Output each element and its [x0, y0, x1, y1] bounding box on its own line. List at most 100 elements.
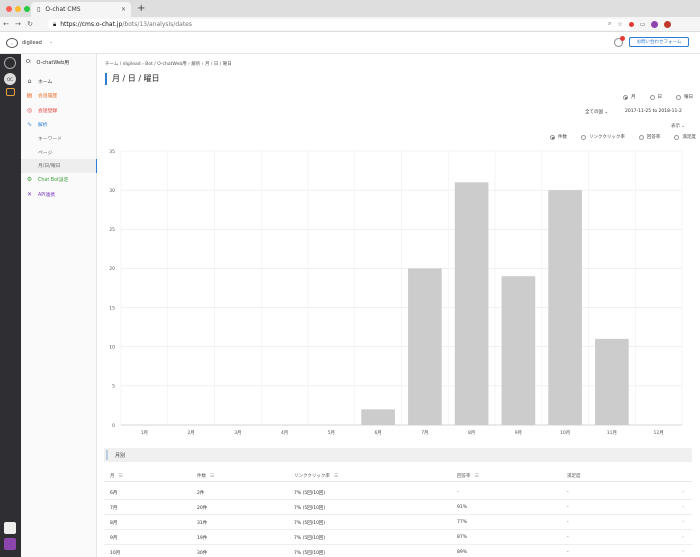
radio-icon: [676, 94, 681, 100]
period-option-weekday[interactable]: 曜日: [676, 94, 693, 100]
date-range-input[interactable]: 2017-11-25 to 2018-11-2: [625, 109, 682, 114]
table-row[interactable]: 8月 31件 7% (5回/10回) 77% - ›: [104, 516, 692, 530]
cell-month: 9月: [110, 536, 118, 541]
cell-month: 8月: [110, 521, 118, 526]
contact-form-button[interactable]: お問い合わせフォーム: [629, 37, 689, 47]
column-header-satisfaction[interactable]: 満足度: [567, 473, 581, 479]
cell-click-rate: 7% (5回/10回): [294, 491, 326, 496]
sidebar-subitem-label: 月/日/曜日: [38, 164, 61, 170]
x-tick-label: 12月: [654, 430, 664, 436]
globe-icon[interactable]: [4, 57, 16, 69]
url-host: https://cms.o-chat.jp: [60, 21, 123, 28]
sort-icon[interactable]: ☰: [475, 473, 479, 479]
bot-selector[interactable]: O: O-chatWeb用: [26, 59, 69, 66]
table-row[interactable]: 7月 20件 7% (5回/10回) 91% - ›: [104, 501, 692, 515]
sidebar-item-label: API連携: [38, 192, 56, 198]
close-icon[interactable]: ✕: [121, 6, 126, 13]
table-section-title: 月別: [104, 448, 692, 462]
period-selector: 月 日 曜日: [623, 94, 693, 100]
cell-count: 31件: [197, 521, 208, 526]
x-tick-label: 1月: [141, 430, 148, 436]
table-row[interactable]: 6月 2件 7% (5回/10回) - - ›: [104, 486, 692, 500]
api-icon: ✕: [26, 190, 33, 198]
x-tick-label: 5月: [328, 430, 335, 436]
column-header-answer-rate[interactable]: 回答率 ☰: [457, 473, 479, 479]
cell-count: 2件: [197, 491, 205, 496]
metric-option-click-rate[interactable]: リンククリック率: [581, 134, 625, 140]
chevron-right-icon[interactable]: ›: [682, 534, 684, 540]
sidebar-subitem-keywords[interactable]: キーワード: [21, 132, 97, 146]
y-tick-label: 25: [109, 227, 115, 233]
sidebar-item-analysis[interactable]: ∿ 解析: [21, 118, 97, 133]
new-tab-button[interactable]: +: [137, 3, 145, 15]
column-header-month[interactable]: 月 ☰: [110, 473, 123, 479]
column-header-click-rate[interactable]: リンククリック率 ☰: [294, 473, 338, 479]
sidebar-item-api[interactable]: ✕ API連携: [21, 187, 97, 202]
chevron-down-icon[interactable]: ⌄: [49, 39, 53, 45]
cell-satisfaction: -: [567, 520, 569, 525]
reload-icon[interactable]: ↻: [24, 20, 36, 28]
settings-icon: ⚙: [26, 176, 33, 184]
maximize-window-button[interactable]: [24, 6, 30, 12]
page-icon: ▯: [37, 6, 41, 13]
metric-option-satisfaction[interactable]: 満足度: [674, 134, 696, 140]
table-row[interactable]: 9月 19件 7% (5回/10回) 87% - ›: [104, 531, 692, 545]
sort-icon[interactable]: ☰: [334, 473, 338, 479]
sidebar-subitem-dates[interactable]: 月/日/曜日: [21, 159, 98, 173]
period-option-month[interactable]: 月: [623, 94, 636, 100]
sort-icon[interactable]: ☰: [119, 473, 123, 479]
cell-satisfaction: -: [567, 535, 569, 540]
sort-icon[interactable]: ☰: [210, 473, 214, 479]
minimize-window-button[interactable]: [15, 6, 21, 12]
extension-icon[interactable]: [664, 20, 672, 28]
country-filter[interactable]: 全ての国 ⌄: [585, 109, 608, 115]
box-icon[interactable]: [6, 88, 15, 96]
metric-option-count[interactable]: 件数: [550, 134, 567, 140]
sidebar-item-history[interactable]: ▤ 会話履歴: [21, 89, 97, 104]
sidebar-subitem-label: ページ: [38, 150, 53, 156]
url-path: /bots/13/analysis/dates: [122, 21, 192, 28]
column-header-count[interactable]: 件数 ☰: [197, 473, 214, 479]
cell-month: 7月: [110, 506, 118, 511]
y-tick-label: 5: [112, 384, 115, 390]
forward-icon[interactable]: →: [12, 20, 24, 28]
chevron-right-icon[interactable]: ›: [682, 504, 684, 510]
display-toggle[interactable]: 表示 ⌄: [671, 123, 685, 129]
address-bar[interactable]: 🔒︎ https://cms.o-chat.jp/bots/13/analysi…: [48, 19, 634, 30]
extension-icon[interactable]: [628, 21, 634, 27]
sidebar-subitem-label: キーワード: [38, 137, 62, 143]
sidebar-item-chatbot-settings[interactable]: ⚙ Chat Bot設定: [21, 173, 97, 188]
sidebar-item-home[interactable]: ⌂ ホーム: [21, 74, 97, 89]
back-icon[interactable]: ←: [0, 20, 12, 28]
org-name[interactable]: digilead: [22, 40, 42, 46]
cell-count: 30件: [197, 551, 208, 556]
sidebar-item-register[interactable]: ◎ 会話登録: [21, 103, 97, 118]
app-rail: OC: [0, 54, 21, 557]
browser-tab[interactable]: ▯ O-chat CMS ✕: [31, 2, 131, 17]
bar: [454, 182, 489, 425]
analytics-icon: ∿: [26, 121, 33, 129]
close-window-button[interactable]: [6, 6, 12, 12]
cell-click-rate: 7% (5回/10回): [294, 506, 326, 511]
table-row[interactable]: 10月 30件 7% (5回/10回) 89% - ›: [104, 546, 692, 557]
breadcrumb[interactable]: チーム / digilead › Bot / O-chatWeb用 › 解析 ›…: [105, 61, 232, 67]
chevron-right-icon[interactable]: ›: [682, 519, 684, 525]
chevron-right-icon[interactable]: ›: [682, 489, 684, 495]
radio-icon: [550, 134, 555, 140]
extension-icon[interactable]: ▭: [640, 21, 646, 28]
chevron-right-icon[interactable]: ›: [682, 549, 684, 555]
cell-count: 20件: [197, 506, 208, 511]
zoom-icon[interactable]: ⌕: [608, 20, 611, 28]
period-option-day[interactable]: 日: [649, 94, 662, 100]
metric-option-answer-rate[interactable]: 回答率: [638, 134, 660, 140]
bar: [361, 409, 395, 425]
o-chat-bot-icon[interactable]: OC: [4, 73, 16, 85]
radio-icon: [649, 94, 655, 100]
history-icon: ▤: [26, 92, 33, 100]
app-icon[interactable]: [4, 538, 16, 550]
user-avatar[interactable]: [4, 522, 16, 534]
sidebar-item-label: 解析: [38, 123, 48, 129]
profile-avatar[interactable]: [651, 20, 659, 28]
sidebar-subitem-pages[interactable]: ページ: [21, 146, 97, 160]
bookmark-star-icon[interactable]: ☆: [617, 21, 622, 28]
